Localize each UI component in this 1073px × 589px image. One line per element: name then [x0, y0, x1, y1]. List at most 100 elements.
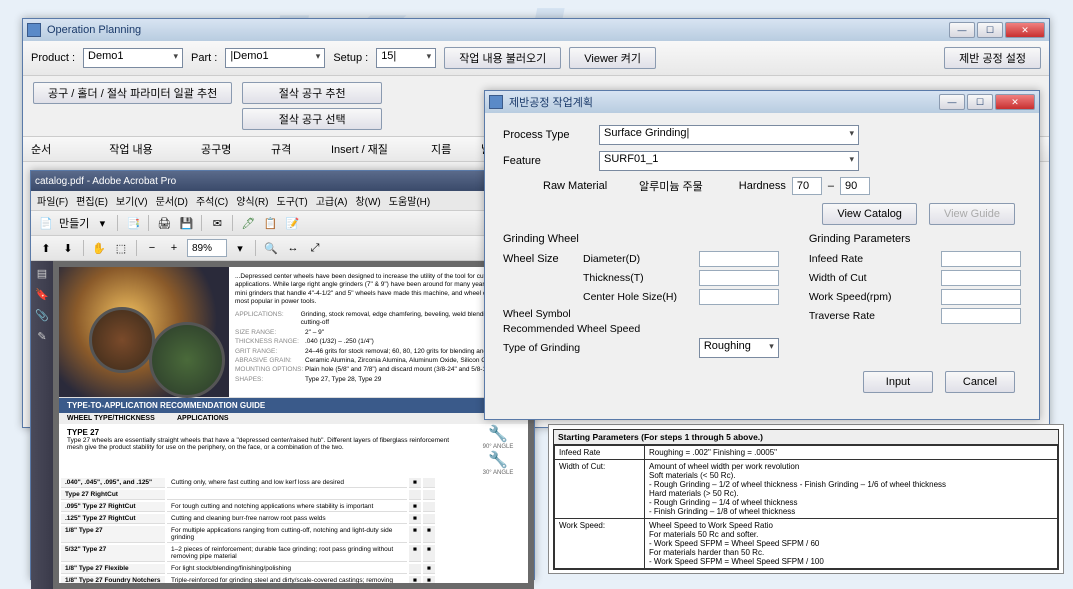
- dropdown-icon[interactable]: ▾: [93, 214, 111, 232]
- view-guide-button[interactable]: View Guide: [929, 203, 1015, 225]
- menu-comment[interactable]: 주석(C): [196, 193, 228, 208]
- thickness-input[interactable]: [699, 270, 779, 286]
- tool-holder-recommend-button[interactable]: 공구 / 홀더 / 절삭 파라미터 일괄 추천: [33, 82, 232, 104]
- menu-form[interactable]: 양식(R): [236, 193, 268, 208]
- work-speed-label: Work Speed(rpm): [809, 291, 937, 303]
- menu-file[interactable]: 파일(F): [37, 193, 68, 208]
- stamp-icon[interactable]: 📋: [261, 214, 279, 232]
- create-pdf-icon[interactable]: 📄: [37, 214, 55, 232]
- process-config-button[interactable]: 제반 공정 설정: [944, 47, 1041, 69]
- bookmarks-panel-icon[interactable]: 🔖: [33, 288, 51, 301]
- product-label: Product :: [31, 52, 75, 64]
- process-plan-dialog: 제반공정 작업계획 — ☐ ✕ Process Type Surface Gri…: [484, 90, 1040, 420]
- page-down-icon[interactable]: ⬇: [59, 239, 77, 257]
- hardness-from-input[interactable]: [792, 177, 822, 195]
- product-combo[interactable]: Demo1: [83, 48, 183, 68]
- infeed-input[interactable]: [941, 251, 1021, 267]
- dialog-body: Process Type Surface Grinding| Feature S…: [485, 113, 1039, 405]
- center-hole-input[interactable]: [699, 289, 779, 305]
- menu-adv[interactable]: 고급(A): [316, 193, 348, 208]
- pdf-toolbar-1: 📄 만들기 ▾ 📑 🖨 💾 ✉ 🖊 📋 📝: [31, 211, 534, 236]
- process-type-label: Process Type: [503, 129, 593, 141]
- pdf-sidebar: ▤ 🔖 📎 ✎: [31, 261, 53, 589]
- fit-width-icon[interactable]: ↔: [284, 239, 302, 257]
- create-label[interactable]: 만들기: [59, 215, 89, 231]
- grinding-type-combo[interactable]: Roughing: [699, 338, 779, 358]
- pdf-menubar: 파일(F) 편집(E) 보기(V) 문서(D) 주석(C) 양식(R) 도구(T…: [31, 191, 534, 211]
- width-cut-label: Width of Cut: [809, 272, 937, 284]
- signatures-panel-icon[interactable]: ✎: [33, 330, 51, 343]
- input-button[interactable]: Input: [863, 371, 933, 393]
- menu-tool[interactable]: 도구(T): [277, 193, 308, 208]
- email-icon[interactable]: ✉: [208, 214, 226, 232]
- cut-tool-select-button[interactable]: 절삭 공구 선택: [242, 108, 382, 130]
- dialog-maximize-button[interactable]: ☐: [967, 94, 993, 110]
- load-work-button[interactable]: 작업 내용 불러오기: [444, 47, 561, 69]
- col-toolname: 공구명: [201, 141, 251, 157]
- traverse-input[interactable]: [941, 308, 1021, 324]
- page-up-icon[interactable]: ⬆: [37, 239, 55, 257]
- print-icon[interactable]: 🖨: [155, 214, 173, 232]
- col-spec: 규격: [271, 141, 311, 157]
- minimize-button[interactable]: —: [949, 22, 975, 38]
- feature-combo[interactable]: SURF01_1: [599, 151, 859, 171]
- app-icon: [27, 23, 41, 37]
- save-icon[interactable]: 💾: [177, 214, 195, 232]
- grinding-type-label: Type of Grinding: [503, 342, 695, 354]
- params-section-label: Grinding Parameters: [809, 233, 1021, 245]
- attachments-panel-icon[interactable]: 📎: [33, 309, 51, 322]
- dialog-minimize-button[interactable]: —: [939, 94, 965, 110]
- hardness-to-input[interactable]: [840, 177, 870, 195]
- pdf-titlebar: catalog.pdf - Adobe Acrobat Pro: [31, 171, 534, 191]
- main-title: Operation Planning: [47, 24, 949, 36]
- menu-edit[interactable]: 편집(E): [76, 193, 108, 208]
- col-diameter: 지름: [431, 141, 461, 157]
- maximize-button[interactable]: ☐: [977, 22, 1003, 38]
- pdf-body: ▤ 🔖 📎 ✎ ...Depressed center wheels have …: [31, 261, 534, 589]
- close-button[interactable]: ✕: [1005, 22, 1045, 38]
- hand-tool-icon[interactable]: ✋: [90, 239, 108, 257]
- dialog-close-button[interactable]: ✕: [995, 94, 1035, 110]
- cancel-button[interactable]: Cancel: [945, 371, 1015, 393]
- pdf-page[interactable]: ...Depressed center wheels have been des…: [59, 267, 528, 583]
- menu-doc[interactable]: 문서(D): [156, 193, 188, 208]
- raw-material-value: 알루미늄 주물: [639, 178, 703, 194]
- feature-label: Feature: [503, 155, 593, 167]
- setup-combo[interactable]: 15|: [376, 48, 436, 68]
- pages-panel-icon[interactable]: ▤: [33, 267, 51, 280]
- form-icon[interactable]: 📝: [283, 214, 301, 232]
- work-speed-input[interactable]: [941, 289, 1021, 305]
- part-label: Part :: [191, 52, 217, 64]
- select-tool-icon[interactable]: ⬚: [112, 239, 130, 257]
- product-image: [59, 267, 229, 397]
- fit-page-icon[interactable]: ⤢: [306, 239, 324, 257]
- col-work: 작업 내용: [81, 141, 181, 157]
- cut-tool-recommend-button[interactable]: 절삭 공구 추천: [242, 82, 382, 104]
- zoom-out-icon[interactable]: −: [143, 239, 161, 257]
- combine-icon[interactable]: 📑: [124, 214, 142, 232]
- menu-window[interactable]: 창(W): [355, 193, 380, 208]
- rec-speed-label: Recommended Wheel Speed: [503, 323, 779, 335]
- col-order: 순서: [31, 141, 61, 157]
- col-insert: Insert / 재질: [331, 141, 411, 157]
- recommendation-table: .040", .045", .095", and .125"Cutting on…: [59, 476, 437, 583]
- raw-material-label: Raw Material: [543, 180, 633, 192]
- part-combo[interactable]: |Demo1: [225, 48, 325, 68]
- pdf-toolbar-2: ⬆ ⬇ ✋ ⬚ − + ▾ 🔍 ↔ ⤢: [31, 236, 534, 261]
- view-catalog-button[interactable]: View Catalog: [822, 203, 917, 225]
- zoom-dropdown-icon[interactable]: ▾: [231, 239, 249, 257]
- width-cut-input[interactable]: [941, 270, 1021, 286]
- menu-view[interactable]: 보기(V): [116, 193, 148, 208]
- zoom-in-icon[interactable]: +: [165, 239, 183, 257]
- sign-icon[interactable]: 🖊: [239, 214, 257, 232]
- recommendation-band: TYPE-TO-APPLICATION RECOMMENDATION GUIDE: [59, 398, 528, 413]
- menu-help[interactable]: 도움말(H): [389, 193, 430, 208]
- main-toolbar: Product : Demo1 Part : |Demo1 Setup : 15…: [23, 41, 1049, 76]
- wheel-symbol-label: Wheel Symbol: [503, 308, 779, 320]
- viewer-on-button[interactable]: Viewer 켜기: [569, 47, 656, 69]
- zoom-input[interactable]: [187, 239, 227, 257]
- diameter-input[interactable]: [699, 251, 779, 267]
- process-type-combo[interactable]: Surface Grinding|: [599, 125, 859, 145]
- wheel-section-label: Grinding Wheel: [503, 233, 779, 245]
- find-icon[interactable]: 🔍: [262, 239, 280, 257]
